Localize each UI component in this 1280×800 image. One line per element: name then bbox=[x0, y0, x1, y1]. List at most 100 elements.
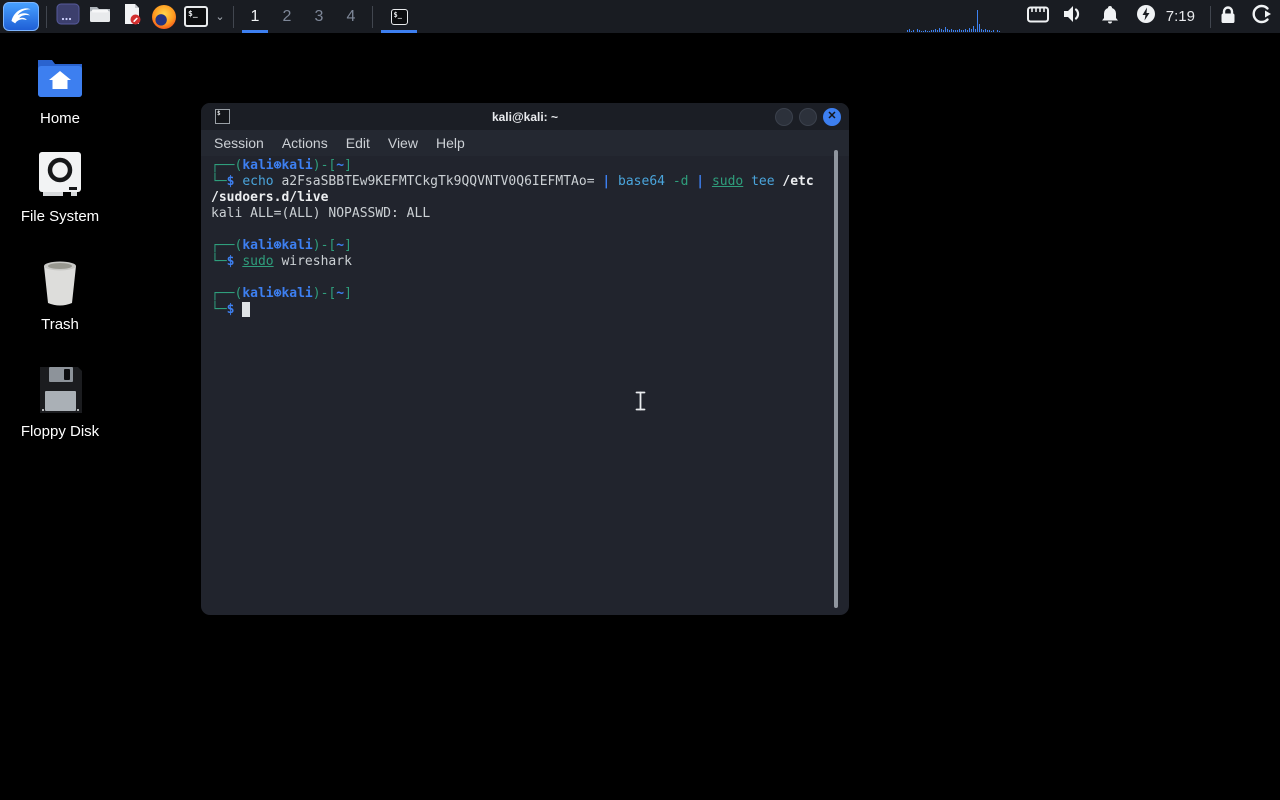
terminal-line: ┌──(kali⊛kali)-[~] bbox=[211, 286, 849, 302]
desktop-icon-label: Floppy Disk bbox=[5, 423, 115, 440]
file-system-drive-icon bbox=[5, 150, 115, 200]
workspace-2[interactable]: 2 bbox=[271, 0, 303, 33]
terminal-text-segment: a2FsaSBBTEw9KEFMTCkgTk9QQVNTV0Q6IEFMTAo= bbox=[274, 174, 603, 189]
chevron-down-icon: ⌄ bbox=[215, 10, 224, 23]
launcher-app-window[interactable] bbox=[52, 0, 84, 33]
terminal-text-segment: ~ bbox=[336, 158, 344, 173]
terminal-text-segment: ~ bbox=[336, 286, 344, 301]
terminal-text-segment: /sudoers.d/live bbox=[211, 190, 328, 205]
desktop-icon-file-system[interactable]: File System bbox=[5, 150, 115, 225]
terminal-text-segment: kali bbox=[242, 158, 273, 173]
terminal-text-segment: /etc bbox=[782, 174, 813, 189]
mouse-cursor-ibeam bbox=[634, 391, 647, 416]
terminal-text-segment: └─ bbox=[211, 254, 227, 269]
lock-screen-button[interactable] bbox=[1216, 0, 1240, 33]
panel-separator bbox=[1210, 6, 1211, 28]
terminal-scrollbar[interactable] bbox=[834, 150, 838, 608]
panel-separator bbox=[372, 6, 373, 28]
terminal-text-segment: )-[ bbox=[313, 238, 336, 253]
terminal-text-segment: )-[ bbox=[313, 158, 336, 173]
terminal-text-segment: ┌──( bbox=[211, 238, 242, 253]
menu-edit[interactable]: Edit bbox=[337, 135, 379, 151]
terminal-text-segment bbox=[665, 174, 673, 189]
lock-icon bbox=[1219, 5, 1237, 29]
window-terminal-icon: $ bbox=[215, 109, 230, 124]
minimize-button[interactable] bbox=[775, 108, 793, 126]
terminal-text-segment bbox=[704, 174, 712, 189]
terminal-line: ┌──(kali⊛kali)-[~] bbox=[211, 158, 849, 174]
clock[interactable]: 7:19 bbox=[1166, 8, 1195, 25]
terminal-text-segment: wireshark bbox=[274, 254, 352, 269]
keyboard-indicator-button[interactable] bbox=[1026, 0, 1050, 33]
terminal-text-segment: sudo bbox=[242, 254, 273, 269]
menu-view[interactable]: View bbox=[379, 135, 427, 151]
terminal-text-segment: | bbox=[602, 174, 610, 189]
workspace-label: 3 bbox=[315, 8, 324, 26]
desktop-icon-label: File System bbox=[5, 208, 115, 225]
workspace-label: 1 bbox=[251, 8, 260, 26]
power-manager-button[interactable] bbox=[1134, 0, 1158, 33]
terminal-text-segment: └─ bbox=[211, 174, 227, 189]
close-button[interactable]: ✕ bbox=[823, 108, 841, 126]
workspace-1[interactable]: 1 bbox=[239, 0, 271, 33]
window-list-terminal-button[interactable]: $_ bbox=[378, 0, 420, 33]
terminal-line: └─$ bbox=[211, 302, 849, 318]
workspace-label: 2 bbox=[283, 8, 292, 26]
workspace-4[interactable]: 4 bbox=[335, 0, 367, 33]
desktop-icon-label: Trash bbox=[5, 316, 115, 333]
desktop-icon-trash[interactable]: Trash bbox=[5, 258, 115, 333]
window-titlebar[interactable]: $ kali@kali: ~ ✕ bbox=[201, 103, 849, 130]
floppy-disk-icon bbox=[5, 365, 115, 415]
desktop-icon-home[interactable]: Home bbox=[5, 52, 115, 127]
menu-help[interactable]: Help bbox=[427, 135, 474, 151]
terminal-cursor bbox=[242, 302, 250, 317]
logout-icon bbox=[1252, 4, 1272, 29]
launcher-firefox[interactable] bbox=[148, 0, 180, 33]
launcher-file-manager[interactable] bbox=[84, 0, 116, 33]
logout-button[interactable] bbox=[1250, 0, 1274, 33]
folder-icon bbox=[88, 2, 112, 31]
terminal-text-segment: kali bbox=[242, 286, 273, 301]
desktop-icon-label: Home bbox=[5, 110, 115, 127]
terminal-line bbox=[211, 270, 849, 286]
terminal-text-segment: echo bbox=[242, 174, 273, 189]
terminal-text-segment: ] bbox=[344, 238, 352, 253]
home-folder-icon bbox=[5, 52, 115, 102]
network-monitor-graph[interactable] bbox=[906, 0, 1002, 33]
top-panel: $_ ⌄ 1 2 3 4 $_ bbox=[0, 0, 1280, 33]
notifications-button[interactable] bbox=[1098, 0, 1122, 33]
trash-can-icon bbox=[5, 258, 115, 308]
terminal-text-segment: ] bbox=[344, 158, 352, 173]
menu-actions[interactable]: Actions bbox=[273, 135, 337, 151]
terminal-window: $ kali@kali: ~ ✕ Session Actions Edit Vi… bbox=[201, 103, 849, 615]
app-window-icon bbox=[56, 2, 80, 31]
terminal-line: ┌──(kali⊛kali)-[~] bbox=[211, 238, 849, 254]
terminal-output-area[interactable]: ┌──(kali⊛kali)-[~]└─$ echo a2FsaSBBTEw9K… bbox=[201, 156, 849, 615]
terminal-text-segment: kali bbox=[281, 238, 312, 253]
terminal-text-segment: ] bbox=[344, 286, 352, 301]
terminal-launcher-dropdown[interactable]: ⌄ bbox=[212, 0, 228, 33]
menu-session[interactable]: Session bbox=[205, 135, 273, 151]
terminal-line: kali ALL=(ALL) NOPASSWD: ALL bbox=[211, 206, 849, 222]
launcher-terminal[interactable]: $_ bbox=[180, 0, 212, 33]
volume-button[interactable] bbox=[1062, 0, 1086, 33]
terminal-line: └─$ sudo wireshark bbox=[211, 254, 849, 270]
panel-separator bbox=[46, 6, 47, 28]
terminal-text-segment: ┌──( bbox=[211, 286, 242, 301]
terminal-text-segment: base64 bbox=[618, 174, 665, 189]
terminal-line: /sudoers.d/live bbox=[211, 190, 849, 206]
workspace-3[interactable]: 3 bbox=[303, 0, 335, 33]
power-bolt-icon bbox=[1136, 4, 1156, 29]
desktop-icon-floppy-disk[interactable]: Floppy Disk bbox=[5, 365, 115, 440]
document-edit-icon bbox=[120, 2, 144, 31]
applications-menu-button[interactable] bbox=[3, 2, 39, 31]
maximize-button[interactable] bbox=[799, 108, 817, 126]
terminal-text-segment: kali bbox=[242, 238, 273, 253]
launcher-text-editor[interactable] bbox=[116, 0, 148, 33]
terminal-text-segment: tee bbox=[751, 174, 774, 189]
terminal-text-segment: kali bbox=[281, 286, 312, 301]
terminal-text-segment: ~ bbox=[336, 238, 344, 253]
bell-icon bbox=[1101, 5, 1119, 29]
panel-separator bbox=[233, 6, 234, 28]
terminal-text-segment: | bbox=[696, 174, 704, 189]
